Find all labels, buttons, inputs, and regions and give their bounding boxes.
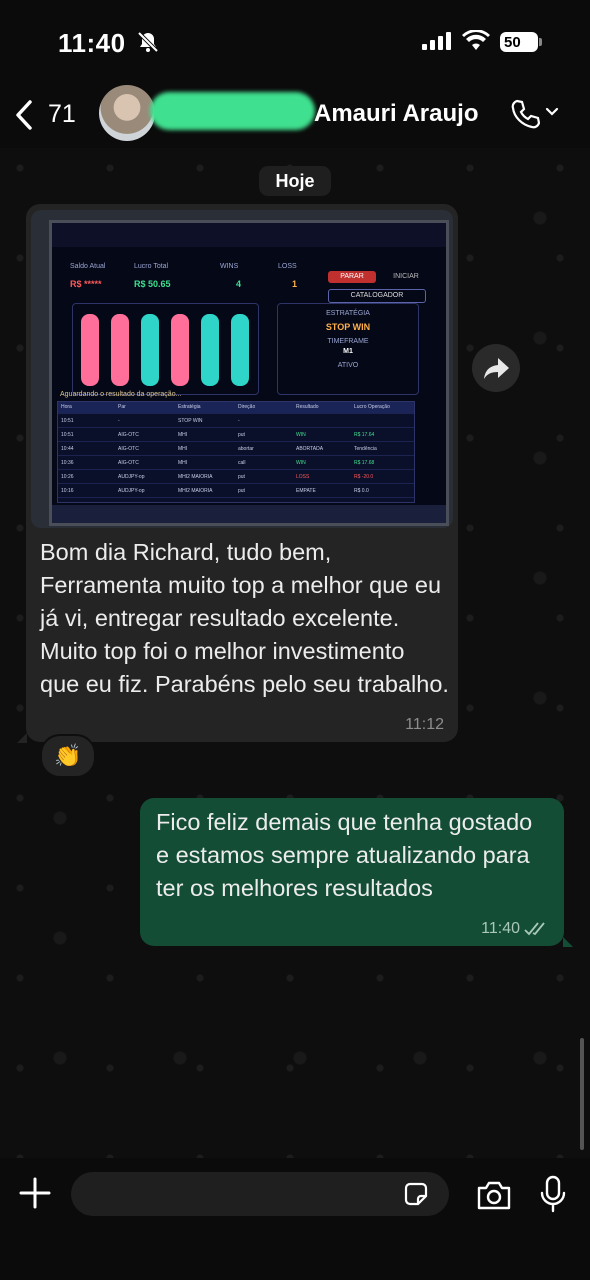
table-row: 10:36 AIG-OTC MHI call WIN R$ 17.68 bbox=[58, 458, 414, 470]
loss-label: LOSS bbox=[278, 263, 297, 270]
saldo-label: Saldo Atual bbox=[70, 263, 106, 270]
back-chevron-icon[interactable] bbox=[12, 98, 36, 132]
battery-indicator: 50 bbox=[500, 32, 542, 52]
trading-screenshot-photo[interactable]: Saldo Atual R$ ***** Lucro Total R$ 50.6… bbox=[31, 210, 453, 528]
outgoing-message-text: Fico feliz demais que tenha gostado e es… bbox=[156, 809, 533, 901]
scrollbar[interactable] bbox=[580, 1038, 584, 1150]
status-bar: 11:40 50 bbox=[0, 0, 590, 88]
table-header-row: Hora Par Estratégia Direção Resultado Lu… bbox=[58, 402, 414, 414]
timeframe-label: TIMEFRAME bbox=[327, 338, 369, 345]
wins-label: WINS bbox=[220, 263, 239, 270]
bubble-tail bbox=[17, 733, 27, 743]
iniciar-button: INICIAR bbox=[393, 273, 419, 280]
loss-value: 1 bbox=[292, 279, 298, 289]
table-row: 10:26 AUDJPY-op MHI2 MAIORIA put LOSS R$ -20.… bbox=[58, 472, 414, 484]
table-header: Par bbox=[118, 404, 126, 410]
mic-icon[interactable] bbox=[536, 1174, 570, 1214]
wifi-icon bbox=[462, 30, 490, 50]
ativo-label: ATIVO bbox=[337, 362, 359, 369]
table-row: 10:16 AUDJPY-op MHI2 MAIORIA put EMPATE R$ 0.… bbox=[58, 486, 414, 498]
chat-area[interactable]: Hoje Saldo Atual R$ ***** Lucro Total R$… bbox=[0, 148, 590, 1158]
signal-gauge bbox=[72, 303, 259, 395]
parar-button: PARAR bbox=[328, 271, 376, 283]
message-timestamp: 11:40 bbox=[481, 920, 520, 937]
battery-level: 50 bbox=[504, 33, 521, 51]
gauge-bar bbox=[201, 314, 219, 386]
plus-icon[interactable] bbox=[18, 1176, 52, 1210]
reaction-badge[interactable]: 👏 bbox=[40, 734, 96, 778]
gauge-bar bbox=[231, 314, 249, 386]
table-header: Resultado bbox=[296, 404, 319, 410]
gauge-bar bbox=[111, 314, 129, 386]
message-timestamp: 11:12 bbox=[405, 716, 444, 733]
catalogador-button: CATALOGADOR bbox=[328, 289, 426, 303]
redacted-name-overlay bbox=[150, 92, 315, 130]
table-header: Lucro Operação bbox=[354, 404, 390, 410]
incoming-message[interactable]: Saldo Atual R$ ***** Lucro Total R$ 50.6… bbox=[26, 204, 458, 742]
sticker-icon[interactable] bbox=[402, 1180, 430, 1208]
timeframe-value: M1 bbox=[343, 348, 353, 355]
table-row: 10:51- STOP WIN - bbox=[58, 416, 414, 428]
table-header: Estratégia bbox=[178, 404, 201, 410]
waiting-text: Aguardando o resultado da operação... bbox=[60, 391, 182, 398]
saldo-value: R$ ***** bbox=[70, 279, 102, 289]
incoming-message-text: Bom dia Richard, tudo bem, Ferramenta mu… bbox=[40, 539, 449, 697]
table-header: Direção bbox=[238, 404, 256, 410]
strategy-value: STOP WIN bbox=[325, 322, 371, 332]
gauge-bar bbox=[81, 314, 99, 386]
double-check-icon bbox=[524, 922, 545, 936]
avatar[interactable] bbox=[99, 85, 155, 141]
camera-icon[interactable] bbox=[475, 1178, 513, 1212]
table-row: 10:51 AIG-OTC MHI put WIN R$ 17.64 bbox=[58, 430, 414, 442]
screen-topbar bbox=[52, 223, 446, 247]
lucro-value: R$ 50.65 bbox=[134, 279, 171, 289]
operations-table: Hora Par Estratégia Direção Resultado Lu… bbox=[57, 401, 415, 503]
wins-value: 4 bbox=[236, 279, 242, 289]
forward-button[interactable] bbox=[472, 344, 520, 392]
date-chip: Hoje bbox=[259, 166, 331, 196]
outgoing-message[interactable]: Fico feliz demais que tenha gostado e es… bbox=[140, 798, 564, 946]
status-time: 11:40 bbox=[58, 28, 126, 58]
phone-icon[interactable] bbox=[510, 98, 540, 130]
forward-icon bbox=[484, 358, 509, 379]
signal-icon bbox=[422, 32, 451, 50]
lucro-label: Lucro Total bbox=[134, 263, 169, 270]
bubble-tail bbox=[563, 937, 573, 947]
bell-slash-icon bbox=[137, 31, 159, 53]
chevron-down-icon[interactable] bbox=[544, 104, 560, 120]
strategy-label: ESTRATÉGIA bbox=[326, 310, 370, 317]
table-header: Hora bbox=[61, 404, 72, 410]
message-composer bbox=[0, 1158, 590, 1280]
unread-count[interactable]: 71 bbox=[48, 100, 76, 129]
contact-name[interactable]: Amauri Araujo bbox=[314, 100, 478, 128]
chat-header: 71 Amauri Araujo bbox=[0, 85, 590, 148]
table-row: 10:44 AIG-OTC MHI abortar ABORTADA Tendência bbox=[58, 444, 414, 456]
monitor-screen: Saldo Atual R$ ***** Lucro Total R$ 50.6… bbox=[49, 220, 449, 526]
strategy-panel: ESTRATÉGIA STOP WIN TIMEFRAME M1 ATIVO bbox=[277, 303, 419, 395]
windows-taskbar bbox=[52, 505, 446, 523]
gauge-bar bbox=[171, 314, 189, 386]
message-input[interactable] bbox=[71, 1172, 449, 1216]
gauge-bar bbox=[141, 314, 159, 386]
